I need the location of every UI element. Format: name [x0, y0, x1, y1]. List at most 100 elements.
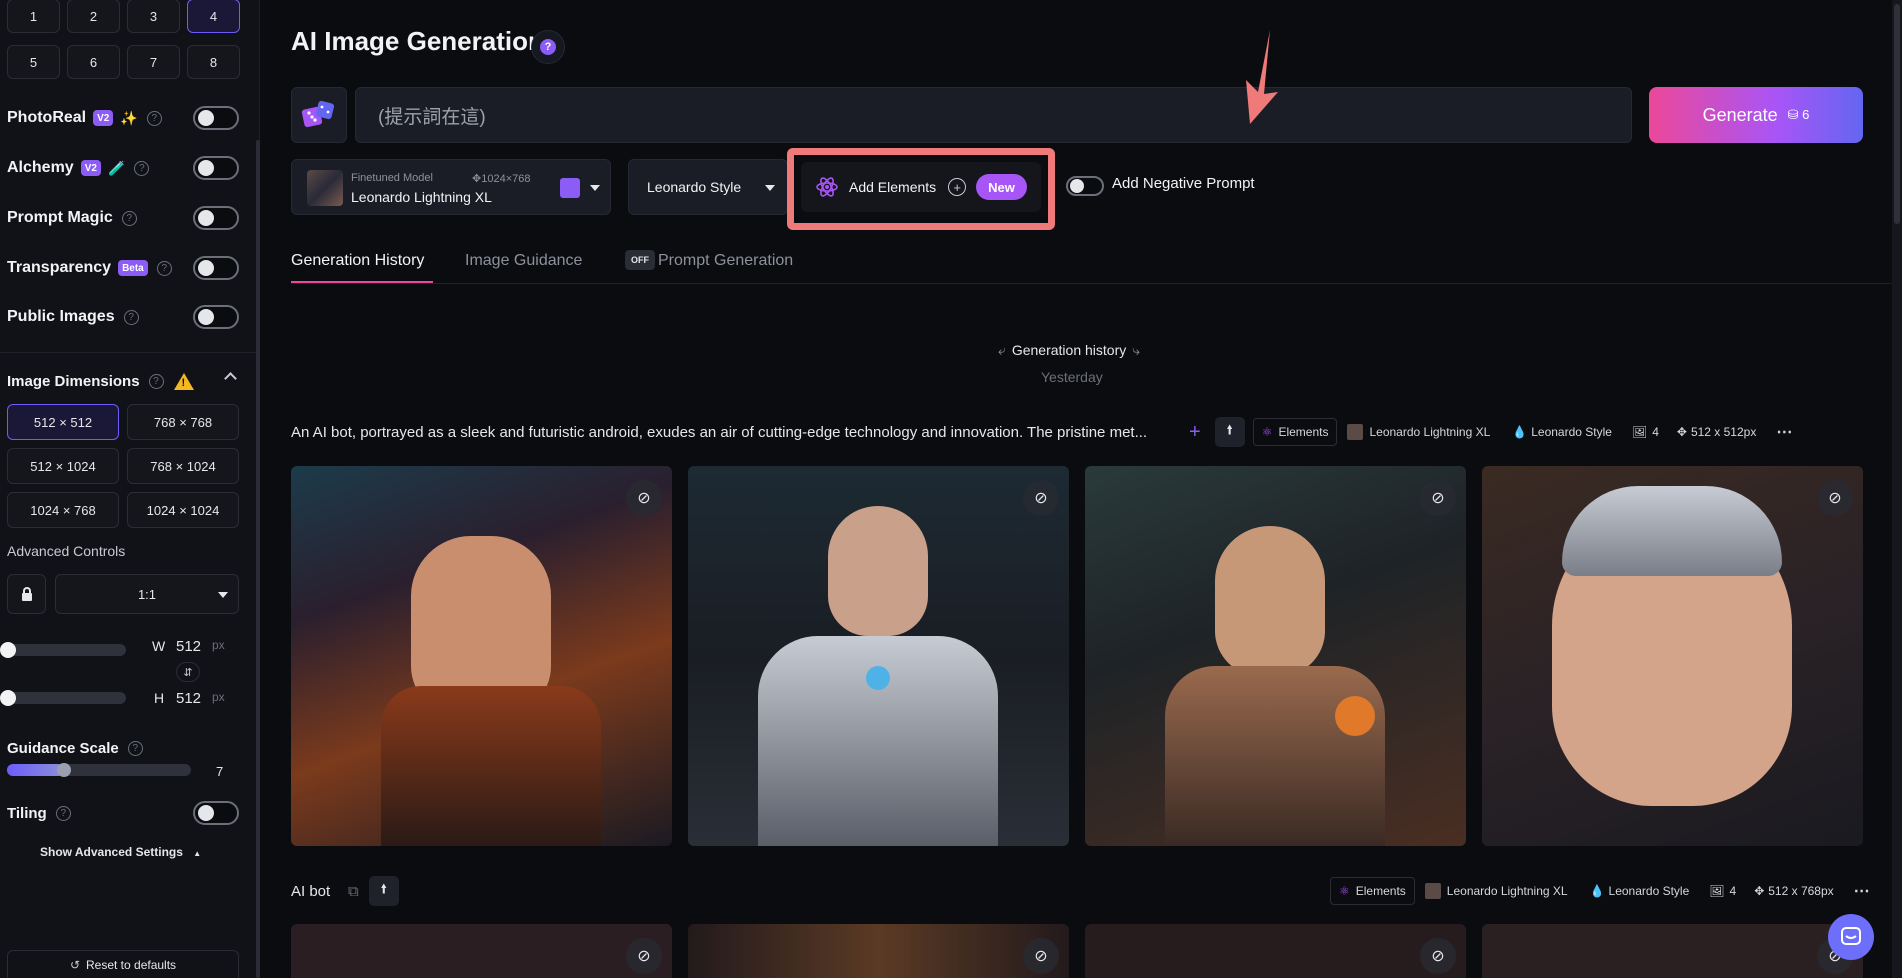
- reset-defaults-button[interactable]: ↺ Reset to defaults: [7, 950, 239, 978]
- generated-image-1[interactable]: ⊘: [291, 466, 672, 846]
- help-icon[interactable]: ?: [156, 260, 172, 276]
- main-scrollbar[interactable]: [1892, 0, 1902, 978]
- count-button-4[interactable]: 4: [187, 0, 240, 33]
- dim-1024x1024[interactable]: 1024 × 1024: [127, 492, 239, 528]
- upload-arrow-icon[interactable]: 🠙: [368, 876, 399, 906]
- tab-prompt-generation[interactable]: Prompt Generation: [658, 252, 793, 270]
- images-icon: 🖼: [1631, 425, 1648, 439]
- width-slider[interactable]: [4, 644, 126, 656]
- elements-chip[interactable]: ⚛ Elements: [1252, 418, 1338, 446]
- count-button-8[interactable]: 8: [187, 45, 240, 79]
- swap-dimensions-icon[interactable]: ⇵: [176, 662, 200, 682]
- add-icon[interactable]: +: [1189, 421, 1201, 444]
- dim-768x768[interactable]: 768 × 768: [127, 404, 239, 440]
- negative-prompt-toggle[interactable]: [1066, 176, 1104, 196]
- count-button-1[interactable]: 1: [7, 0, 60, 33]
- generated-image-5[interactable]: ⊘: [291, 924, 672, 978]
- width-slider-handle[interactable]: [0, 642, 16, 658]
- count-button-2[interactable]: 2: [67, 0, 120, 33]
- new-badge: New: [976, 174, 1027, 200]
- generated-image-4[interactable]: ⊘: [1482, 466, 1863, 846]
- dim-512x1024[interactable]: 512 × 1024: [7, 448, 119, 484]
- hide-image-button[interactable]: ⊘: [1817, 480, 1853, 516]
- chevron-down-icon: [765, 185, 775, 191]
- height-slider[interactable]: [4, 692, 126, 704]
- hide-image-button[interactable]: ⊘: [1420, 480, 1456, 516]
- model-chip: Leonardo Lightning XL: [1424, 883, 1568, 899]
- generated-image-8[interactable]: ⊘: [1482, 924, 1863, 978]
- model-thumb-icon: [1347, 424, 1364, 440]
- generation-prompt[interactable]: AI bot: [291, 883, 330, 900]
- help-icon[interactable]: ?: [121, 210, 137, 226]
- alchemy-toggle[interactable]: [193, 156, 239, 180]
- count-button-3[interactable]: 3: [127, 0, 180, 33]
- width-input[interactable]: 512: [176, 638, 201, 655]
- generated-image-6[interactable]: ⊘: [688, 924, 1069, 978]
- negative-prompt-label: Add Negative Prompt: [1112, 175, 1255, 192]
- lock-icon: [21, 587, 32, 601]
- help-icon[interactable]: ?: [146, 110, 162, 126]
- chevron-up-icon[interactable]: [224, 372, 237, 385]
- tab-generation-history[interactable]: Generation History: [291, 252, 424, 270]
- guidance-scale-slider[interactable]: [7, 763, 191, 777]
- help-icon[interactable]: ?: [148, 373, 164, 389]
- count-button-7[interactable]: 7: [127, 45, 180, 79]
- hide-image-button[interactable]: ⊘: [626, 938, 662, 974]
- hide-image-button[interactable]: ⊘: [626, 480, 662, 516]
- count-button-6[interactable]: 6: [67, 45, 120, 79]
- dim-512x512[interactable]: 512 × 512: [7, 404, 119, 440]
- generated-image-3[interactable]: ⊘: [1085, 466, 1466, 846]
- help-icon[interactable]: ?: [55, 805, 71, 821]
- height-input[interactable]: 512: [176, 690, 201, 707]
- add-elements-button[interactable]: Add Elements + New: [801, 162, 1041, 212]
- image-dimensions-header[interactable]: Image Dimensions ? !: [7, 366, 239, 396]
- hide-image-button[interactable]: ⊘: [1420, 938, 1456, 974]
- dim-1024x768[interactable]: 1024 × 768: [7, 492, 119, 528]
- more-options-icon[interactable]: ⋯: [1776, 422, 1792, 442]
- hide-image-button[interactable]: ⊘: [1023, 480, 1059, 516]
- move-icon: ✥: [1754, 884, 1765, 898]
- drop-icon: 💧: [1589, 884, 1605, 898]
- lock-button[interactable]: [7, 574, 46, 614]
- guidance-scale-handle[interactable]: [57, 763, 72, 777]
- hide-image-button[interactable]: ⊘: [1023, 938, 1059, 974]
- elements-chip[interactable]: ⚛ Elements: [1330, 877, 1415, 905]
- upload-arrow-icon[interactable]: 🠙: [1214, 417, 1245, 447]
- swirl-right-icon: ⤷: [1132, 342, 1141, 358]
- more-options-icon[interactable]: ⋯: [1854, 881, 1870, 901]
- prompt-input[interactable]: (提示詞在這): [355, 87, 1632, 143]
- generation-prompt[interactable]: An AI bot, portrayed as a sleek and futu…: [291, 424, 1147, 441]
- height-slider-handle[interactable]: [0, 690, 16, 706]
- help-icon[interactable]: ?: [127, 740, 143, 756]
- prompt-magic-toggle[interactable]: [193, 206, 239, 230]
- transparency-toggle[interactable]: [193, 256, 239, 280]
- show-advanced-settings[interactable]: Show Advanced Settings ▲: [40, 845, 201, 859]
- style-select[interactable]: Leonardo Style: [628, 159, 788, 215]
- tab-image-guidance[interactable]: Image Guidance: [465, 252, 582, 270]
- photoreal-toggle[interactable]: [193, 106, 239, 130]
- model-select[interactable]: Finetuned Model ✥1024×768 Leonardo Light…: [291, 159, 611, 215]
- random-prompt-button[interactable]: [291, 87, 347, 143]
- model-info-icon[interactable]: [560, 178, 580, 198]
- aspect-ratio-select[interactable]: 1:1: [55, 574, 239, 614]
- add-elements-label: Add Elements: [849, 179, 937, 195]
- tiling-toggle[interactable]: [193, 801, 239, 825]
- style-chip: 💧 Leonardo Style: [1512, 425, 1612, 439]
- row-meta: ⚛ Elements Leonardo Lightning XL 💧 Leonard…: [1330, 877, 1870, 905]
- title-help-button[interactable]: ?: [531, 30, 565, 64]
- public-images-label: Public Images: [7, 308, 115, 325]
- count-button-5[interactable]: 5: [7, 45, 60, 79]
- generated-image-2[interactable]: ⊘: [688, 466, 1069, 846]
- dim-768x1024[interactable]: 768 × 1024: [127, 448, 239, 484]
- public-images-toggle[interactable]: [193, 305, 239, 329]
- support-chat-button[interactable]: [1828, 914, 1874, 960]
- main-content: AI Image Generation ? (提示詞在這) Generate ⛁…: [260, 0, 1902, 978]
- generate-button[interactable]: Generate ⛁ 6: [1649, 87, 1863, 143]
- generated-image-7[interactable]: ⊘: [1085, 924, 1466, 978]
- help-icon[interactable]: ?: [123, 309, 139, 325]
- atom-icon: ⚛: [1339, 884, 1350, 898]
- help-icon[interactable]: ?: [134, 160, 150, 176]
- image-detail: [1335, 696, 1375, 736]
- warning-icon: !: [173, 372, 194, 390]
- copy-icon[interactable]: ⧉: [348, 883, 359, 900]
